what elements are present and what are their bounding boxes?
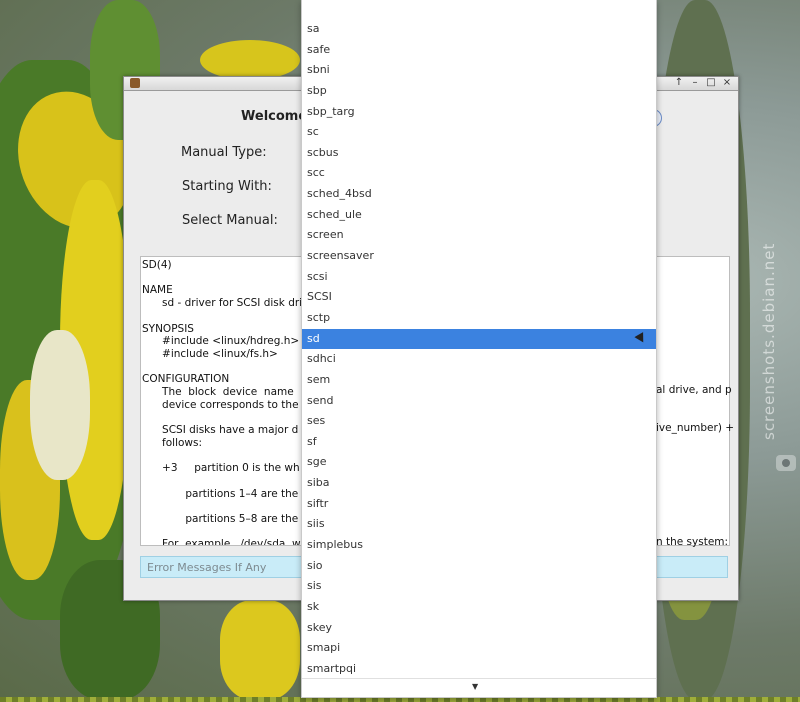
dropdown-item[interactable]: scsi xyxy=(302,267,656,288)
dropdown-item[interactable]: ses xyxy=(302,411,656,432)
dropdown-separator xyxy=(302,678,656,679)
dropdown-item-label: scbus xyxy=(307,145,339,159)
dropdown-item[interactable]: skey xyxy=(302,618,656,639)
dropdown-item[interactable]: scc xyxy=(302,163,656,184)
scroll-down-icon[interactable]: ▼ xyxy=(472,682,478,691)
dropdown-item[interactable]: sbp_targ xyxy=(302,102,656,123)
dropdown-item-label: sio xyxy=(307,558,323,572)
dropdown-item-label: screensaver xyxy=(307,249,374,263)
close-button[interactable]: × xyxy=(720,77,734,89)
maximize-button[interactable]: □ xyxy=(704,77,718,89)
dropdown-item-label: sis xyxy=(307,579,322,593)
dropdown-item[interactable]: sem xyxy=(302,370,656,391)
manual-text-fragment: ive_number) + xyxy=(656,422,735,434)
mouse-cursor-icon xyxy=(634,331,648,345)
keep-above-button[interactable]: ↑ xyxy=(672,77,686,89)
dropdown-item-label: safe xyxy=(307,42,331,56)
manual-select-dropdown[interactable]: sa safe sbni sbp sbp_targsc scbus scc sched_4bs… xyxy=(301,0,657,698)
dropdown-item-label: sk xyxy=(307,599,320,613)
window-controls: ↑ – □ × xyxy=(672,77,734,89)
dropdown-item[interactable]: smartpqi xyxy=(302,659,656,680)
dropdown-item[interactable]: sf xyxy=(302,432,656,453)
dropdown-item-label: sctp xyxy=(307,310,331,324)
dropdown-item[interactable]: sctp xyxy=(302,308,656,329)
dropdown-item-label: send xyxy=(307,393,334,407)
dropdown-item-label: scsi xyxy=(307,269,328,283)
dropdown-item[interactable]: SCSI xyxy=(302,287,656,308)
minimize-button[interactable]: – xyxy=(688,77,702,89)
camera-icon xyxy=(776,455,796,471)
dropdown-item[interactable]: sched_4bsd xyxy=(302,184,656,205)
dropdown-item-label: skey xyxy=(307,620,332,634)
dropdown-item[interactable]: simplebus xyxy=(302,535,656,556)
dropdown-item-label: sbp_targ xyxy=(307,104,355,118)
dropdown-item[interactable]: siis xyxy=(302,514,656,535)
dropdown-item-label: sched_4bsd xyxy=(307,187,372,201)
select-manual-label: Select Manual: xyxy=(182,213,278,228)
dropdown-item-label: sbp xyxy=(307,83,327,97)
watermark: screenshots.debian.net xyxy=(760,242,778,440)
dropdown-item-label: sc xyxy=(307,125,319,139)
dropdown-item[interactable]: sbp xyxy=(302,81,656,102)
dropdown-item-label: smapi xyxy=(307,641,341,655)
dropdown-item[interactable]: safe xyxy=(302,40,656,61)
dropdown-item-label: screen xyxy=(307,228,344,242)
dropdown-item[interactable]: siftr xyxy=(302,494,656,515)
dropdown-item[interactable]: sbni xyxy=(302,60,656,81)
dropdown-item-label: siba xyxy=(307,476,330,490)
starting-with-label: Starting With: xyxy=(182,179,272,194)
manual-text-fragment: n the system: xyxy=(656,536,729,548)
app-icon xyxy=(130,78,140,88)
dropdown-item-label: simplebus xyxy=(307,538,363,552)
dropdown-item-label: sa xyxy=(307,22,320,35)
dropdown-item-label: sf xyxy=(307,434,317,448)
manual-text-fragment: al drive, and p xyxy=(656,384,732,396)
dropdown-item-label: siftr xyxy=(307,496,329,510)
dropdown-item-label: sem xyxy=(307,372,331,386)
dropdown-item-label: SCSI xyxy=(307,290,332,304)
dropdown-item[interactable]: sis xyxy=(302,576,656,597)
dropdown-item[interactable]: screen xyxy=(302,225,656,246)
dropdown-item[interactable]: siba xyxy=(302,473,656,494)
dropdown-item-label: sbni xyxy=(307,63,330,77)
dropdown-item-label: sched_ule xyxy=(307,207,362,221)
dropdown-item-label: sdhci xyxy=(307,352,336,366)
dropdown-item[interactable]: sge xyxy=(302,452,656,473)
dropdown-item-label: scc xyxy=(307,166,325,180)
dropdown-item[interactable]: sio xyxy=(302,556,656,577)
dropdown-list: sa safe sbni sbp sbp_targsc scbus scc sched_4bs… xyxy=(302,19,656,680)
dropdown-item[interactable]: sdhci xyxy=(302,349,656,370)
dropdown-item[interactable]: sk xyxy=(302,597,656,618)
dropdown-item[interactable]: screensaver xyxy=(302,246,656,267)
dropdown-item[interactable]: sched_ule xyxy=(302,205,656,226)
welcome-heading: Welcome xyxy=(241,109,308,124)
dropdown-item[interactable]: smapi xyxy=(302,638,656,659)
manual-type-label: Manual Type: xyxy=(181,145,267,160)
dropdown-item-label: ses xyxy=(307,414,326,428)
dropdown-item-label: siis xyxy=(307,517,325,531)
dropdown-item[interactable]: sc xyxy=(302,122,656,143)
dropdown-item[interactable]: sa xyxy=(302,19,656,40)
dropdown-item[interactable]: send xyxy=(302,391,656,412)
dropdown-item-label: sge xyxy=(307,455,327,469)
dropdown-item-label: sd xyxy=(307,331,320,345)
dropdown-item[interactable]: scbus xyxy=(302,143,656,164)
dropdown-item[interactable]: sd xyxy=(302,328,656,350)
dropdown-item-label: smartpqi xyxy=(307,661,357,675)
